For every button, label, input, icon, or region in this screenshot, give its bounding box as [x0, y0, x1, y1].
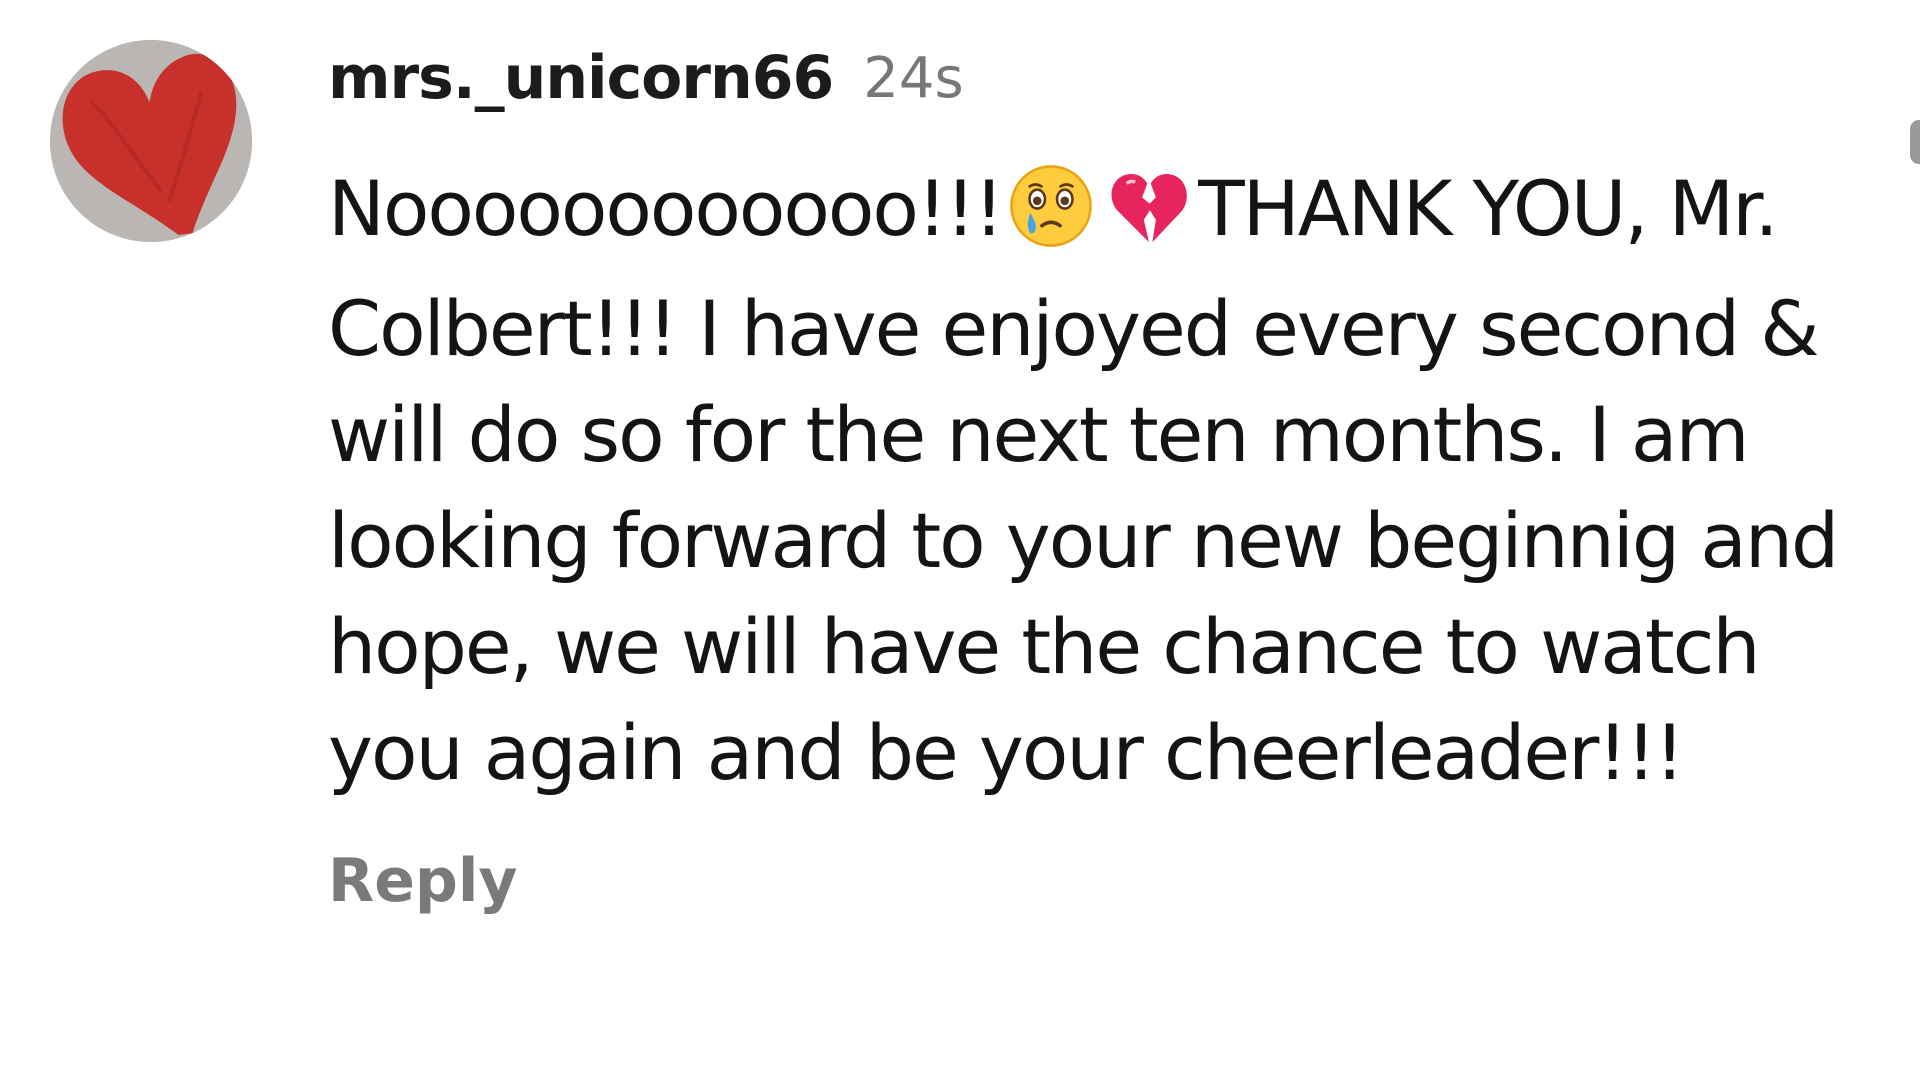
comment-text-part1: Noooooooooooo!!! — [328, 164, 1004, 253]
timestamp: 24s — [863, 45, 964, 111]
crying-face-icon — [1008, 163, 1094, 276]
comment-body: mrs._unicorn66 24s Noooooooooooo!!! THAN… — [328, 22, 1848, 916]
comment-text: Noooooooooooo!!! THANK YOU, Mr. Colbert! — [328, 156, 1839, 806]
avatar[interactable] — [50, 40, 252, 242]
broken-heart-icon — [1106, 163, 1192, 276]
username[interactable]: mrs._unicorn66 — [328, 43, 834, 113]
comment-item: mrs._unicorn66 24s Noooooooooooo!!! THAN… — [0, 0, 1920, 1080]
reply-button[interactable]: Reply — [328, 846, 518, 916]
comment-header: mrs._unicorn66 24s — [328, 22, 1848, 134]
scroll-edge-indicator — [1910, 120, 1920, 164]
red-heart-drawing-icon — [50, 40, 252, 242]
